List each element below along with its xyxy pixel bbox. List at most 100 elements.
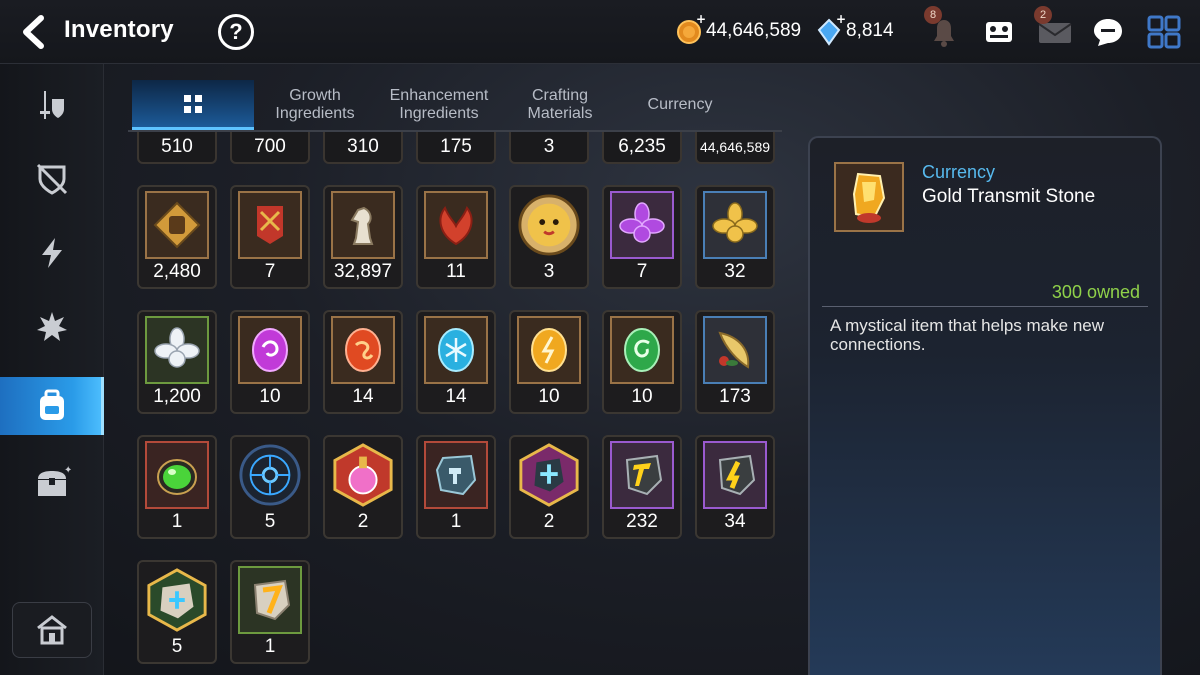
chat-icon [1094, 19, 1122, 46]
white-flower-icon [145, 316, 209, 384]
tab-growth-ingredients[interactable]: Growth Ingredients [262, 80, 368, 130]
crystal-icon: + [816, 12, 846, 46]
item-count[interactable]: 700 [230, 132, 310, 164]
item-slot[interactable]: 232 [602, 435, 682, 539]
item-slot[interactable]: 32,897 [323, 185, 403, 289]
item-slot[interactable]: 10 [509, 310, 589, 414]
burst-icon [37, 312, 67, 341]
yellow-rune-icon [517, 316, 581, 384]
item-slot[interactable]: 5 [137, 560, 217, 664]
item-slot[interactable]: 1 [416, 435, 496, 539]
group-icon [986, 22, 1012, 42]
item-slot[interactable]: 2,480 [137, 185, 217, 289]
shield-crossed-icon [36, 163, 68, 195]
back-button[interactable] [14, 12, 54, 52]
pink-potion-icon [331, 441, 395, 509]
item-slot[interactable]: 11 [416, 185, 496, 289]
treasure-chest-icon: ✦ [38, 465, 71, 496]
item-slot[interactable]: 32 [695, 185, 775, 289]
item-slot[interactable]: 7 [230, 185, 310, 289]
plus-icon: + [695, 12, 706, 26]
base-button[interactable] [12, 602, 92, 658]
menu-button[interactable] [1146, 14, 1184, 50]
red-leaf-icon [424, 191, 488, 259]
help-button[interactable]: ? [218, 14, 254, 50]
yellow-stone-icon [703, 441, 767, 509]
tab-crafting-materials[interactable]: Crafting Materials [510, 80, 610, 130]
cross-stone-icon [517, 441, 581, 509]
item-slot[interactable]: 7 [602, 185, 682, 289]
mail-button[interactable]: 2 [1034, 6, 1074, 50]
detail-category: Currency [922, 162, 996, 182]
item-count[interactable]: 3 [509, 132, 589, 164]
plus-icon: + [835, 12, 846, 26]
top-bar: Inventory ? + 44,646,589 + 8,814 8 2 [0, 0, 1200, 64]
item-slot[interactable]: 2 [509, 435, 589, 539]
item-slot[interactable]: 5 [230, 435, 310, 539]
item-count[interactable]: 310 [323, 132, 403, 164]
backpack-icon [40, 389, 64, 420]
item-slot[interactable]: 1,200 [137, 310, 217, 414]
mail-badge: 2 [1034, 6, 1052, 24]
notification-button[interactable]: 8 [924, 6, 964, 50]
tab-all[interactable] [132, 80, 254, 130]
sidebar-item-equipment[interactable] [0, 76, 104, 134]
lightning-icon [42, 238, 62, 268]
blue-cross-stone-icon [145, 566, 209, 634]
seven-stone-icon [238, 566, 302, 634]
friends-button[interactable] [980, 14, 1018, 50]
notification-badge: 8 [924, 6, 942, 24]
item-slot[interactable]: 1 [137, 435, 217, 539]
item-count[interactable]: 44,646,589 [695, 132, 775, 164]
war-banner-icon [238, 191, 302, 259]
item-slot[interactable]: 2 [323, 435, 403, 539]
gold-currency[interactable]: + 44,646,589 [676, 12, 801, 44]
item-slot[interactable]: 10 [230, 310, 310, 414]
category-sidebar: ✦ [0, 64, 104, 675]
item-detail-panel: Currency Gold Transmit Stone 300 owned A… [808, 136, 1162, 675]
blue-rune-icon [424, 316, 488, 384]
hammer-stone-icon [424, 441, 488, 509]
detail-item-name: Gold Transmit Stone [922, 186, 1096, 207]
gold-flower-icon [703, 191, 767, 259]
item-slot[interactable]: 14 [323, 310, 403, 414]
sidebar-item-materials[interactable] [0, 377, 104, 435]
item-slot[interactable]: 14 [416, 310, 496, 414]
item-slot[interactable]: 34 [695, 435, 775, 539]
grid-menu-icon [1147, 15, 1181, 49]
item-count[interactable]: 6,235 [602, 132, 682, 164]
purple-flower-icon [610, 191, 674, 259]
tab-currency[interactable]: Currency [624, 80, 736, 130]
circuit-disc-icon [238, 441, 302, 509]
fist-emblem-icon [145, 191, 209, 259]
svg-text:✦: ✦ [64, 465, 71, 476]
gold-transmit-stone-icon [610, 441, 674, 509]
chess-knight-icon [331, 191, 395, 259]
inventory-tabs: Growth Ingredients Enhancement Ingredien… [128, 80, 782, 132]
item-count[interactable]: 510 [137, 132, 217, 164]
red-rune-icon [331, 316, 395, 384]
divider [822, 306, 1148, 307]
green-orb-icon [145, 441, 209, 509]
gold-coin-icon: + [676, 12, 706, 44]
item-slot[interactable]: 1 [230, 560, 310, 664]
item-slot[interactable]: 10 [602, 310, 682, 414]
grid-icon [184, 94, 202, 113]
sidebar-item-artifacts[interactable] [0, 150, 104, 208]
detail-description: A mystical item that helps make new conn… [830, 316, 1105, 354]
chick-token-icon [517, 191, 581, 259]
sword-shield-icon [40, 91, 64, 119]
sidebar-item-storage[interactable]: ✦ [0, 454, 104, 512]
sidebar-item-specialty[interactable] [0, 298, 104, 356]
gold-transmit-stone-icon [834, 162, 904, 232]
tab-enhancement-ingredients[interactable]: Enhancement Ingredients [378, 80, 500, 130]
item-slot[interactable]: 3 [509, 185, 589, 289]
item-slot[interactable]: 173 [695, 310, 775, 414]
sidebar-item-catalysts[interactable] [0, 224, 104, 282]
chevron-left-icon [23, 15, 44, 49]
item-count[interactable]: 175 [416, 132, 496, 164]
crystal-currency[interactable]: + 8,814 [816, 12, 894, 46]
chat-button[interactable] [1090, 14, 1128, 50]
detail-owned-count: 300 owned [1051, 282, 1140, 302]
purple-rune-icon [238, 316, 302, 384]
